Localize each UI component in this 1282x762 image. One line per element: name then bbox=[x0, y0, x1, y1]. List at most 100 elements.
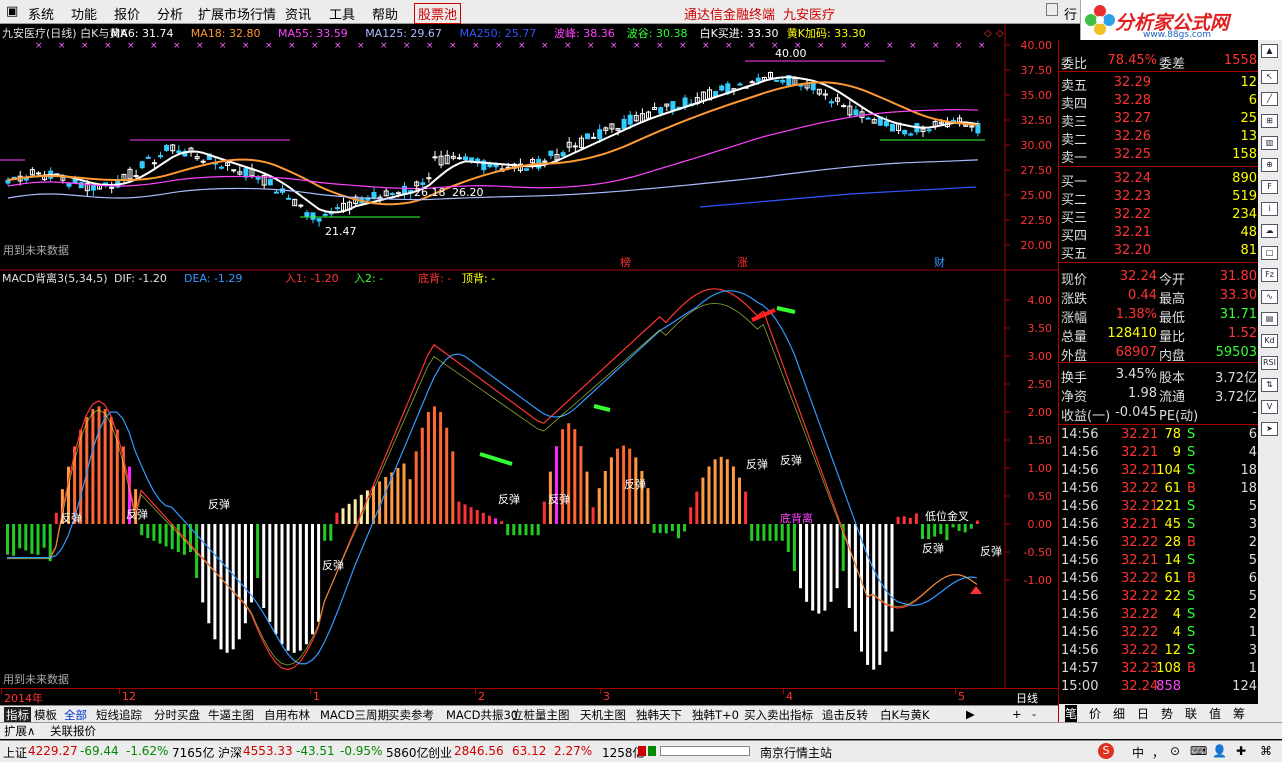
menu-system[interactable]: 系统 bbox=[28, 4, 54, 23]
indicator-tab-10[interactable]: 立桩量主图 bbox=[512, 707, 570, 723]
menu-analysis[interactable]: 分析 bbox=[157, 4, 183, 23]
ask-row-1[interactable]: 卖一 32.25 158 bbox=[1059, 146, 1259, 166]
bid-row-1[interactable]: 买一 32.24 890 bbox=[1059, 170, 1259, 190]
tool-kd-icon[interactable]: Kd bbox=[1261, 334, 1278, 348]
tool-info-icon[interactable]: i bbox=[1261, 202, 1278, 216]
quote-tab-6[interactable]: 值 bbox=[1209, 705, 1221, 722]
tray-icon-3[interactable]: ⊙ bbox=[1170, 744, 1180, 758]
bid-row-5[interactable]: 买五 32.20 81 bbox=[1059, 242, 1259, 262]
indicator-tab-7[interactable]: MACD三周期 bbox=[320, 707, 389, 723]
indicator-tab-1[interactable]: 模板 bbox=[34, 707, 57, 723]
macd-bar bbox=[317, 524, 321, 622]
fund-label: 收益(一) bbox=[1061, 409, 1111, 424]
indicator-tab-14[interactable]: 买入卖出指标 bbox=[744, 707, 813, 723]
quote-tab-0[interactable]: 笔 bbox=[1065, 705, 1078, 722]
candle-body bbox=[310, 212, 316, 220]
quote-tab-4[interactable]: 势 bbox=[1161, 705, 1173, 722]
tick-price: 32.22 bbox=[1121, 589, 1159, 604]
indicator-tab-5[interactable]: 牛逼主图 bbox=[208, 707, 254, 723]
indicator-tab-11[interactable]: 天机主图 bbox=[580, 707, 626, 723]
macd-bar bbox=[603, 470, 607, 524]
menu-stock-pool[interactable]: 股票池 bbox=[414, 3, 462, 24]
ask-row-3[interactable]: 卖三 32.27 25 bbox=[1059, 110, 1259, 130]
sz-index-value[interactable]: 4553.33 bbox=[243, 744, 293, 758]
tool-cloud-icon[interactable]: ☁ bbox=[1261, 224, 1278, 238]
quote-tab-1[interactable]: 价 bbox=[1089, 705, 1101, 722]
tool-rsi-icon[interactable]: RSI bbox=[1261, 356, 1278, 370]
user-icon[interactable]: 👤 bbox=[1212, 744, 1227, 758]
menu-quote[interactable]: 报价 bbox=[114, 4, 140, 23]
tool-signal-icon[interactable]: ⇅ bbox=[1261, 378, 1278, 392]
server-name[interactable]: 南京行情主站 bbox=[760, 744, 832, 761]
tool-chart-icon[interactable]: ▥ bbox=[1261, 136, 1278, 150]
ask-row-4[interactable]: 卖四 32.28 6 bbox=[1059, 92, 1259, 112]
tool-grid-icon[interactable]: ⊞ bbox=[1261, 114, 1278, 128]
date-label-6: 5 bbox=[958, 690, 965, 703]
expand-button[interactable]: 扩展∧ bbox=[4, 723, 35, 739]
tool-wave-icon[interactable]: ∿ bbox=[1261, 290, 1278, 304]
minimize-icon[interactable] bbox=[1046, 3, 1058, 16]
related-quote-button[interactable]: 关联报价 bbox=[50, 723, 96, 739]
sogou-icon[interactable]: S bbox=[1098, 743, 1114, 759]
tool-line-icon[interactable]: ╱ bbox=[1261, 92, 1278, 106]
menu-tools[interactable]: 工具 bbox=[329, 4, 355, 23]
bid-row-3[interactable]: 买三 32.22 234 bbox=[1059, 206, 1259, 226]
tool-zoom-icon[interactable]: ⊕ bbox=[1261, 158, 1278, 172]
indicator-tab-16[interactable]: 白K与黄K bbox=[880, 707, 930, 723]
indicator-tab-9[interactable]: MACD共振30 bbox=[446, 707, 518, 723]
indicator-tab-4[interactable]: 分时买盘 bbox=[154, 707, 200, 723]
quote-tab-5[interactable]: 联 bbox=[1185, 705, 1197, 722]
tool-f10-icon[interactable]: F bbox=[1261, 180, 1278, 194]
tool-bar-icon[interactable]: ▤ bbox=[1261, 312, 1278, 326]
chart-area[interactable]: 九安医疗(日线) 白K与黄KMA6: 31.74 MA18: 32.80 MA55:… bbox=[0, 24, 1058, 688]
tool-fz-icon[interactable]: Fz bbox=[1261, 268, 1278, 282]
tab-scroll-right-icon[interactable]: ▶ bbox=[966, 707, 975, 721]
bid-row-4[interactable]: 买四 32.21 48 bbox=[1059, 224, 1259, 244]
quote-tab-2[interactable]: 细 bbox=[1113, 705, 1125, 722]
keyboard-icon[interactable]: ⌨ bbox=[1190, 744, 1207, 758]
macd-legend-2: DEA: -1.29 bbox=[184, 272, 242, 285]
indicator-tab-12[interactable]: 独韩天下 bbox=[636, 707, 682, 723]
indicator-tab-2[interactable]: 全部 bbox=[64, 707, 87, 723]
period-selector[interactable]: 日线 bbox=[1016, 690, 1038, 706]
macd-bar bbox=[945, 524, 949, 541]
menu-function[interactable]: 功能 bbox=[71, 4, 97, 23]
tool-cursor-icon[interactable]: ↖ bbox=[1261, 70, 1278, 84]
bid-row-2[interactable]: 买二 32.23 519 bbox=[1059, 188, 1259, 208]
tool-scroll-up-icon[interactable]: ▲ bbox=[1261, 44, 1278, 58]
zoom-out-button[interactable]: - bbox=[1032, 707, 1036, 721]
panel-divider-line bbox=[1059, 424, 1259, 425]
settings-icon[interactable]: ⌘ bbox=[1260, 744, 1272, 758]
tray-icon-1[interactable]: 中 bbox=[1132, 744, 1144, 761]
indicator-tab-15[interactable]: 追击反转 bbox=[822, 707, 868, 723]
indicator-tab-13[interactable]: 独韩T+0 bbox=[692, 707, 739, 723]
tray-icon-2[interactable]: ， bbox=[1152, 744, 1164, 761]
sh-index-value[interactable]: 4229.27 bbox=[28, 744, 78, 758]
tick-volume: 61 bbox=[1164, 571, 1181, 586]
menu-help[interactable]: 帮助 bbox=[372, 4, 398, 23]
cy-index-value[interactable]: 2846.56 bbox=[454, 744, 504, 758]
tool-vol-icon[interactable]: V bbox=[1261, 400, 1278, 414]
ask-row-2[interactable]: 卖二 32.26 13 bbox=[1059, 128, 1259, 148]
menu-more[interactable]: 行 bbox=[1064, 4, 1077, 23]
ask-row-5[interactable]: 卖五 32.29 12 bbox=[1059, 74, 1259, 94]
indicator-tab-0[interactable]: 指标 bbox=[4, 707, 31, 723]
app-icon[interactable]: ▣ bbox=[6, 4, 18, 19]
indicator-tab-6[interactable]: 自用布林 bbox=[264, 707, 310, 723]
macd-bar bbox=[396, 468, 400, 524]
menu-extended-market[interactable]: 扩展市场行情 bbox=[198, 4, 276, 23]
macd-bar bbox=[670, 524, 674, 532]
indicator-tab-8[interactable]: 买卖参考 bbox=[388, 707, 434, 723]
tick-time: 14:56 bbox=[1061, 517, 1099, 532]
peak-mark: × bbox=[58, 41, 66, 51]
quote-tab-3[interactable]: 日 bbox=[1137, 705, 1149, 722]
tool-icon[interactable]: ✚ bbox=[1236, 744, 1246, 758]
tool-arrow-icon[interactable]: ➤ bbox=[1261, 422, 1278, 436]
candle-body bbox=[621, 118, 627, 130]
sh-index-change: -69.44 bbox=[80, 744, 119, 758]
zoom-in-button[interactable]: + bbox=[1012, 707, 1022, 721]
menu-news[interactable]: 资讯 bbox=[285, 4, 311, 23]
quote-tab-7[interactable]: 筹 bbox=[1233, 705, 1245, 722]
indicator-tab-3[interactable]: 短线追踪 bbox=[96, 707, 142, 723]
tool-window-icon[interactable]: □ bbox=[1261, 246, 1278, 260]
